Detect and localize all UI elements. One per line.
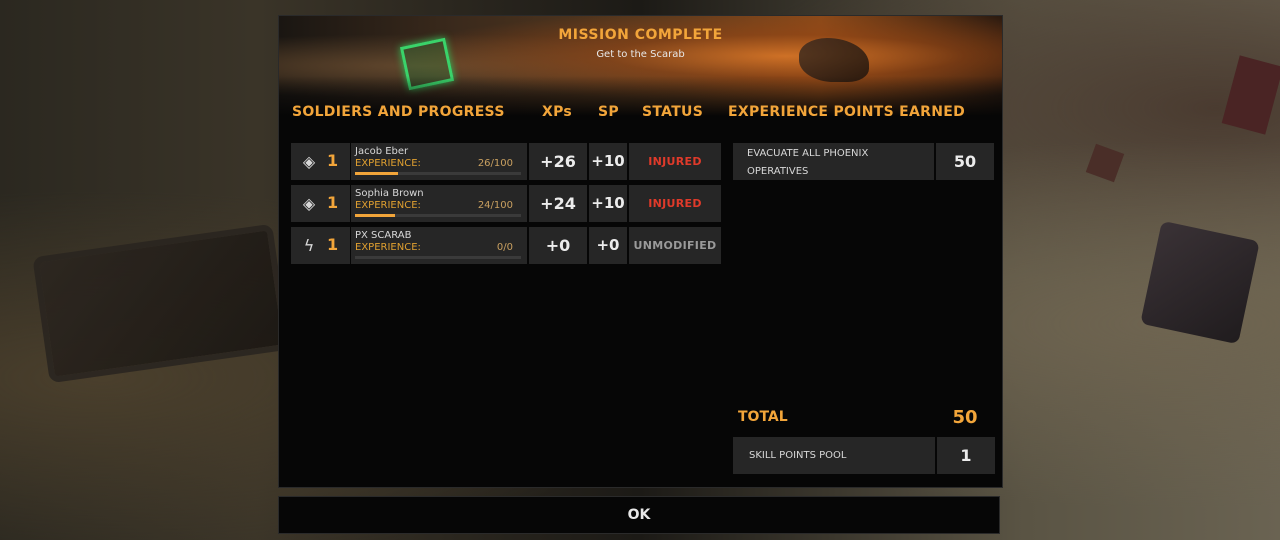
experience-bar-fill <box>355 172 399 175</box>
status-badge: INJURED <box>629 185 721 222</box>
ok-button[interactable]: OK <box>278 496 1000 534</box>
experience-bar <box>355 214 521 217</box>
background-vehicle <box>1140 220 1260 345</box>
status-badge: UNMODIFIED <box>629 227 721 264</box>
soldier-rank-icon: ◈ <box>302 194 316 213</box>
rank-number: 1 <box>327 151 339 170</box>
soldier-progress-cell: PX SCARAB EXPERIENCE: 0/0 <box>351 227 527 264</box>
soldier-name: Sophia Brown <box>355 188 424 199</box>
soldier-name: Jacob Eber <box>355 146 409 157</box>
background-crate <box>32 223 290 384</box>
background-debris <box>1085 143 1125 183</box>
skill-points-pool-value: 1 <box>937 437 995 474</box>
experience-value: 0/0 <box>496 242 513 253</box>
background-debris <box>1221 55 1280 135</box>
total-value: 50 <box>952 407 978 428</box>
xps-header: XPs <box>542 104 573 120</box>
total-label: TOTAL <box>738 409 788 425</box>
soldier-rank-icon: ◈ <box>302 152 316 171</box>
rank-number: 1 <box>327 235 339 254</box>
xp-gain: +24 <box>529 185 587 222</box>
experience-label: EXPERIENCE: <box>355 242 421 253</box>
experience-bar <box>355 172 521 175</box>
experience-label: EXPERIENCE: <box>355 200 421 211</box>
soldier-name: PX SCARAB <box>355 230 412 241</box>
skill-points-pool-label: SKILL POINTS POOL <box>733 437 935 474</box>
rank-cell: ◈ 1 <box>291 143 350 180</box>
vehicle-rank-icon: ϟ <box>303 236 315 255</box>
soldier-progress-cell: Sophia Brown EXPERIENCE: 24/100 <box>351 185 527 222</box>
soldier-progress-cell: Jacob Eber EXPERIENCE: 26/100 <box>351 143 527 180</box>
status-header: STATUS <box>642 104 704 120</box>
sp-gain: +0 <box>589 227 627 264</box>
rank-number: 1 <box>327 193 339 212</box>
xp-item-value: 50 <box>936 143 994 180</box>
soldiers-header: SOLDIERS AND PROGRESS <box>292 104 505 120</box>
sp-gain: +10 <box>589 185 627 222</box>
xp-earned-header: EXPERIENCE POINTS EARNED <box>728 104 966 120</box>
experience-value: 24/100 <box>477 200 513 211</box>
experience-value: 26/100 <box>477 158 513 169</box>
mission-title: MISSION COMPLETE <box>558 27 723 43</box>
status-badge: INJURED <box>629 143 721 180</box>
experience-label: EXPERIENCE: <box>355 158 421 169</box>
sp-gain: +10 <box>589 143 627 180</box>
mission-banner: MISSION COMPLETE Get to the Scarab <box>279 16 1002 116</box>
experience-bar-fill <box>355 214 395 217</box>
experience-bar <box>355 256 521 259</box>
xp-gain: +26 <box>529 143 587 180</box>
rank-cell: ◈ 1 <box>291 185 350 222</box>
rank-cell: ϟ 1 <box>291 227 350 264</box>
mission-subtitle: Get to the Scarab <box>596 49 685 60</box>
sp-header: SP <box>598 104 619 120</box>
xp-item-name: EVACUATE ALL PHOENIX OPERATIVES <box>733 143 934 180</box>
xp-gain: +0 <box>529 227 587 264</box>
